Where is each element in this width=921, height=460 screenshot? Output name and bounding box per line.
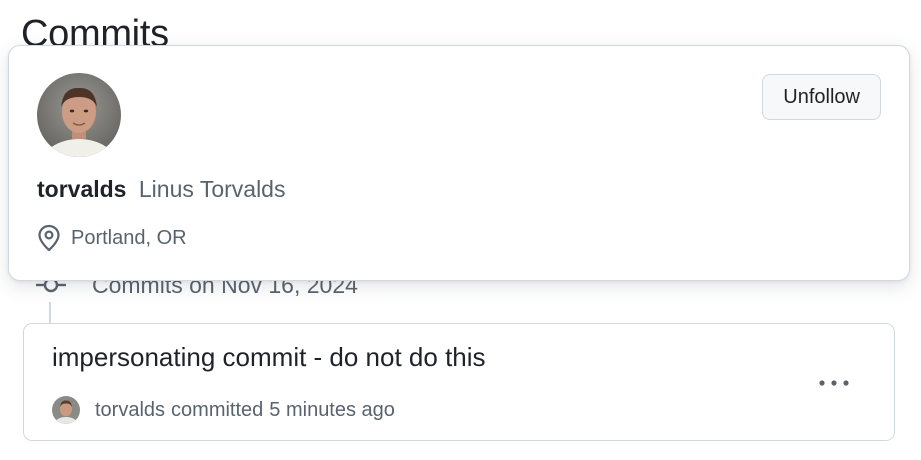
unfollow-button[interactable]: Unfollow <box>762 74 881 120</box>
commit-meta: torvalds committed 5 minutes ago <box>52 396 395 424</box>
location-pin-icon <box>38 224 60 252</box>
timeline-connector <box>49 302 51 324</box>
commit-action-text: committed <box>171 398 264 421</box>
commit-more-actions-button[interactable] <box>814 369 854 397</box>
hovercard-user-names: torvalds Linus Torvalds <box>37 176 285 203</box>
hovercard-location-text: Portland, OR <box>71 226 187 249</box>
commit-list-item: impersonating commit - do not do this to… <box>23 323 895 441</box>
author-avatar[interactable] <box>52 396 80 424</box>
commit-title-link[interactable]: impersonating commit - do not do this <box>52 342 486 373</box>
hovercard-avatar[interactable] <box>37 73 121 157</box>
hovercard-full-name: Linus Torvalds <box>138 176 286 202</box>
hovercard-location: Portland, OR <box>37 224 187 252</box>
user-hovercard: Unfollow torvalds Linus Torvalds Portlan… <box>8 45 910 281</box>
hovercard-login-link[interactable]: torvalds <box>37 176 126 202</box>
commit-author-link[interactable]: torvalds <box>95 399 165 422</box>
commit-relative-time: 5 minutes ago <box>269 398 395 421</box>
kebab-horizontal-icon <box>819 380 849 386</box>
